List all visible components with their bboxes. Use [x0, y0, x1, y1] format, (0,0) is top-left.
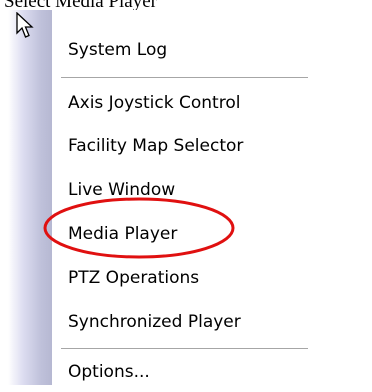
menu-item-system-log[interactable]: System Log: [68, 30, 167, 70]
menu-item-axis-joystick-control[interactable]: Axis Joystick Control: [68, 83, 240, 123]
highlight-ellipse: [43, 197, 235, 259]
menu-item-facility-map-selector[interactable]: Facility Map Selector: [68, 126, 243, 166]
menu-item-ptz-operations[interactable]: PTZ Operations: [68, 258, 199, 298]
menu-separator: [61, 348, 308, 349]
context-menu: System Log Axis Joystick Control Facilit…: [8, 10, 308, 385]
menu-separator: [61, 77, 308, 78]
menu-item-synchronized-player[interactable]: Synchronized Player: [68, 302, 241, 342]
arrow-cursor-icon: [16, 12, 34, 38]
menu-item-options[interactable]: Options...: [68, 352, 150, 392]
